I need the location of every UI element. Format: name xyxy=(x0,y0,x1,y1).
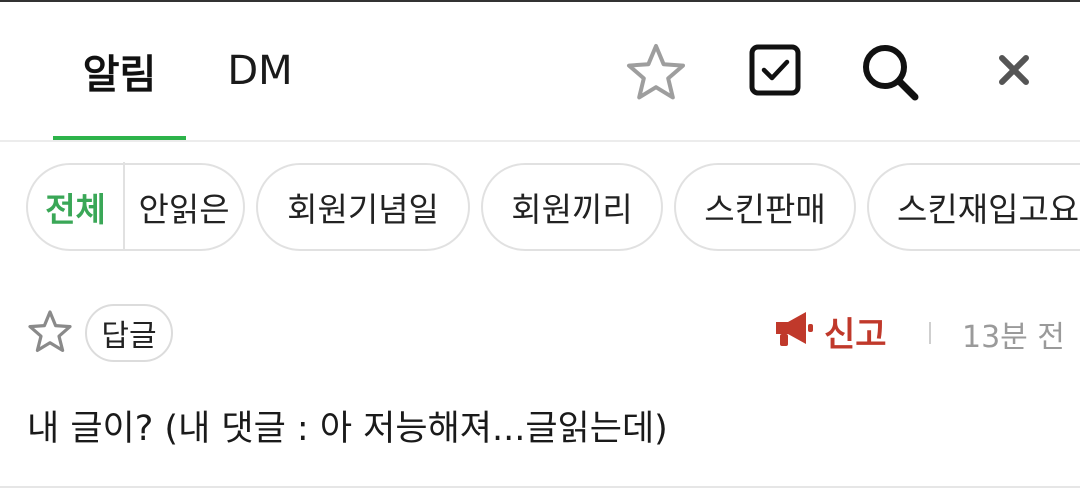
filter-toggle-all-unread: 전체 안읽은 xyxy=(26,162,245,251)
filter-chip-skin-sale[interactable]: 스킨판매 xyxy=(674,163,856,251)
meta-divider xyxy=(929,322,931,344)
notifications-screen: 알림 DM 전체 안읽은 회원기념일 회원끼리 스킨판매 스킨재입고요 답글 신… xyxy=(0,0,1080,492)
filter-chip-between-members[interactable]: 회원끼리 xyxy=(481,163,663,251)
report-button[interactable]: 신고 xyxy=(772,304,887,358)
tab-dm[interactable]: DM xyxy=(210,2,310,140)
notification-message[interactable]: 내 글이? (내 댓글 : 아 저능해져...글읽는데) xyxy=(27,400,668,451)
checkbox-icon[interactable] xyxy=(745,40,805,100)
filter-chip-label: 회원기념일 xyxy=(287,190,439,229)
star-outline-icon[interactable] xyxy=(26,308,74,356)
megaphone-icon xyxy=(772,307,816,355)
notification-item[interactable]: 답글 신고 13분 전 내 글이? (내 댓글 : 아 저능해져...글읽는데) xyxy=(0,300,1080,490)
filter-chip-label: 스킨재입고요 xyxy=(897,190,1080,229)
notification-time: 13분 전 xyxy=(962,320,1065,355)
filter-unread[interactable]: 안읽은 xyxy=(125,165,243,249)
item-divider xyxy=(0,486,1080,488)
tab-alarm-label: 알림 xyxy=(82,52,157,98)
close-icon[interactable] xyxy=(994,50,1034,90)
filter-chip-member-anniversary[interactable]: 회원기념일 xyxy=(256,163,470,251)
filter-all[interactable]: 전체 xyxy=(28,165,123,249)
filter-chip-row: 전체 안읽은 회원기념일 회원끼리 스킨판매 스킨재입고요 xyxy=(0,162,1080,255)
filter-all-label: 전체 xyxy=(45,190,106,229)
header-divider xyxy=(0,140,1080,142)
reply-badge-label: 답글 xyxy=(101,319,157,354)
search-icon[interactable] xyxy=(856,38,924,106)
filter-unread-label: 안읽은 xyxy=(138,190,230,229)
star-outline-icon[interactable] xyxy=(624,40,688,104)
filter-chip-label: 스킨판매 xyxy=(704,190,826,229)
header-bar: 알림 DM xyxy=(0,2,1080,141)
filter-chip-skin-restock[interactable]: 스킨재입고요 xyxy=(867,163,1080,251)
filter-chip-label: 회원끼리 xyxy=(511,190,633,229)
tab-dm-label: DM xyxy=(227,48,293,94)
tab-alarm[interactable]: 알림 xyxy=(53,2,186,140)
reply-badge: 답글 xyxy=(85,304,173,362)
report-label: 신고 xyxy=(824,314,887,355)
